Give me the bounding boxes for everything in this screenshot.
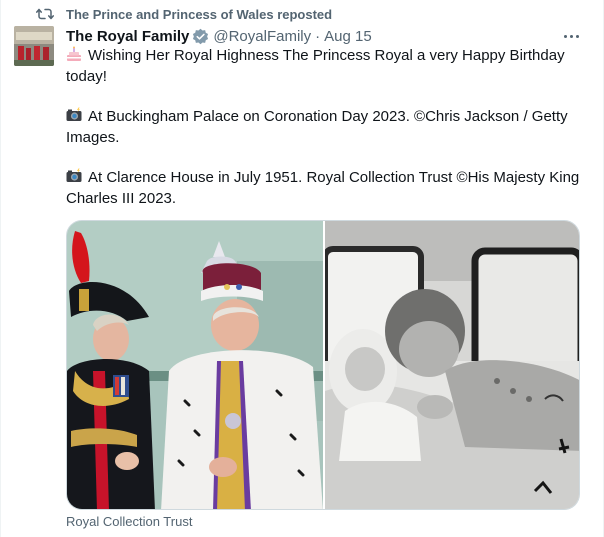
tweet-paragraph: At Buckingham Palace on Coronation Day 2… <box>66 107 582 148</box>
author-display-name[interactable]: The Royal Family <box>66 28 189 45</box>
avatar[interactable] <box>14 26 54 66</box>
verified-badge-icon[interactable] <box>192 28 209 45</box>
tweet-text: Wishing Her Royal Highness The Princess … <box>66 46 582 229</box>
tweet-paragraph: At Clarence House in July 1951. Royal Co… <box>66 168 582 209</box>
more-options-icon[interactable] <box>560 26 582 46</box>
coronation-day-photo[interactable] <box>67 221 323 509</box>
author-handle[interactable]: @RoyalFamily <box>213 28 311 45</box>
camera-flash-icon <box>66 168 82 182</box>
header-separator: · <box>315 27 321 45</box>
repost-indicator[interactable]: The Prince and Princess of Wales reposte… <box>36 6 332 22</box>
clarence-house-1951-photo[interactable] <box>325 221 579 509</box>
repost-icon <box>36 8 54 20</box>
tweet-paragraph: Wishing Her Royal Highness The Princess … <box>66 46 582 87</box>
media-caption[interactable]: Royal Collection Trust <box>66 514 192 529</box>
paragraph-text: Wishing Her Royal Highness The Princess … <box>66 47 565 85</box>
camera-flash-icon <box>66 107 82 121</box>
birthday-cake-icon <box>67 46 81 61</box>
paragraph-text: At Clarence House in July 1951. Royal Co… <box>66 169 580 207</box>
paragraph-text: At Buckingham Palace on Coronation Day 2… <box>66 108 568 146</box>
tweet-media <box>66 220 580 510</box>
tweet-date[interactable]: Aug 15 <box>324 28 372 45</box>
repost-label: The Prince and Princess of Wales reposte… <box>66 6 333 22</box>
tweet-header: The Royal Family @RoyalFamily · Aug 15 <box>66 26 372 46</box>
